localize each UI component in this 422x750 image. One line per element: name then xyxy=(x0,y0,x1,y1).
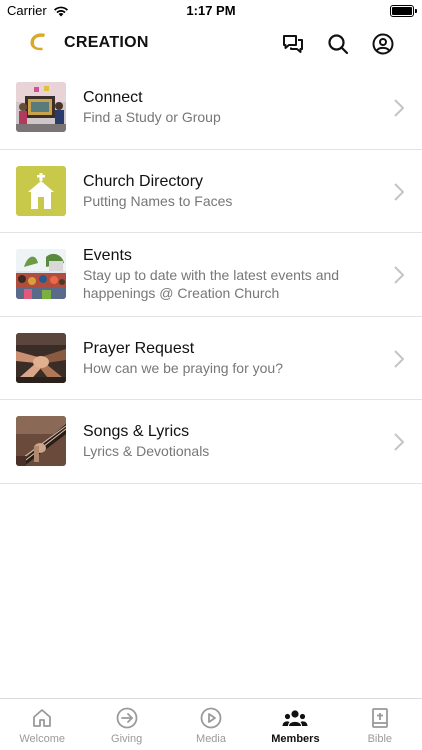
connect-photo-icon xyxy=(16,82,66,132)
battery-icon xyxy=(390,5,417,17)
row-title: Songs & Lyrics xyxy=(83,423,190,441)
row-subtitle: Stay up to date with the latest events a… xyxy=(83,267,340,302)
row-subtitle: Find a Study or Group xyxy=(83,109,221,126)
members-menu-list: Connect Find a Study or Group Church Dir… xyxy=(0,66,422,484)
row-title: Church Directory xyxy=(83,172,204,190)
creation-logo-icon xyxy=(30,33,45,51)
list-item-prayer-request[interactable]: Prayer Request How can we be praying for… xyxy=(0,317,422,400)
play-circle-icon xyxy=(200,707,222,729)
home-icon xyxy=(33,709,52,727)
row-text: Prayer Request How can we be praying for… xyxy=(83,317,382,400)
chevron-right-icon xyxy=(394,266,404,284)
search-button[interactable] xyxy=(325,31,351,57)
prayer-photo-icon xyxy=(16,332,66,383)
profile-icon xyxy=(372,33,394,55)
row-text: Events Stay up to date with the latest e… xyxy=(83,233,382,316)
tab-label: Welcome xyxy=(19,733,66,745)
tab-bible[interactable]: Bible xyxy=(338,699,422,750)
tab-label: Media xyxy=(196,733,226,745)
status-time: 1:17 PM xyxy=(186,3,236,18)
tab-bar: Welcome Giving Media Members Bible xyxy=(0,698,422,750)
church-icon xyxy=(16,165,66,216)
list-item-connect[interactable]: Connect Find a Study or Group xyxy=(0,66,422,150)
tab-label: Giving xyxy=(111,733,143,745)
tab-label: Bible xyxy=(367,733,393,745)
chevron-right-icon xyxy=(394,182,404,201)
people-icon xyxy=(282,710,308,726)
arrow-circle-icon xyxy=(116,707,138,729)
row-subtitle: Lyrics & Devotionals xyxy=(83,443,210,460)
chat-icon xyxy=(283,35,303,53)
chevron-right-icon xyxy=(394,99,404,117)
guitar-photo-icon xyxy=(16,416,66,466)
tab-label: Members xyxy=(271,733,320,745)
search-icon xyxy=(328,34,349,55)
chat-button[interactable] xyxy=(280,31,306,57)
row-text: Church Directory Putting Names to Faces xyxy=(83,150,382,233)
list-item-songs-lyrics[interactable]: Songs & Lyrics Lyrics & Devotionals xyxy=(0,400,422,484)
row-text: Connect Find a Study or Group xyxy=(83,66,382,149)
brand-title: CREATION xyxy=(64,34,149,51)
row-title: Prayer Request xyxy=(83,339,195,357)
chevron-right-icon xyxy=(394,349,404,368)
status-bar: Carrier 1:17 PM xyxy=(0,0,422,22)
row-subtitle: Putting Names to Faces xyxy=(83,192,233,209)
list-item-church-directory[interactable]: Church Directory Putting Names to Faces xyxy=(0,150,422,233)
chevron-right-icon xyxy=(394,433,404,451)
tab-welcome[interactable]: Welcome xyxy=(0,699,84,750)
row-text: Songs & Lyrics Lyrics & Devotionals xyxy=(83,400,382,483)
list-item-events[interactable]: Events Stay up to date with the latest e… xyxy=(0,233,422,317)
tab-media[interactable]: Media xyxy=(169,699,253,750)
events-photo-icon xyxy=(16,249,66,299)
row-title: Connect xyxy=(83,89,143,107)
tab-members[interactable]: Members xyxy=(253,699,337,750)
tab-giving[interactable]: Giving xyxy=(84,699,168,750)
row-title: Events xyxy=(83,247,132,265)
bible-icon xyxy=(371,708,388,728)
profile-button[interactable] xyxy=(370,31,396,57)
row-subtitle: How can we be praying for you? xyxy=(83,359,283,376)
app-header: CREATION xyxy=(0,22,422,66)
